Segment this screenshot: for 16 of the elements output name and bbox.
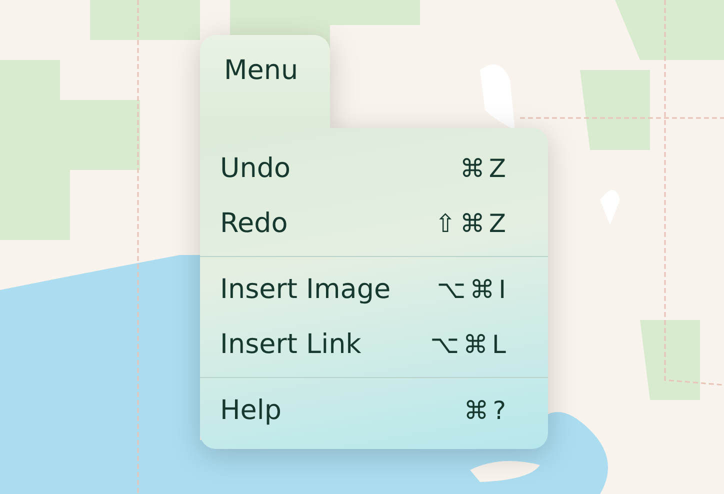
menu-label: Insert Link [220, 329, 362, 360]
menu-label: Redo [220, 208, 288, 239]
shortcut-label: ⌘? [464, 396, 510, 425]
menu-item[interactable]: Undo ⌘Z [200, 141, 548, 196]
shortcut-label: ⌥⌘L [430, 330, 510, 359]
menu-item[interactable]: Help ⌘? [200, 383, 548, 438]
menu-item[interactable]: Insert Link ⌥⌘L [200, 317, 548, 372]
menu-title: Menu [200, 35, 330, 128]
menu-item[interactable]: Insert Image ⌥⌘I [200, 262, 548, 317]
menu-label: Insert Image [220, 274, 391, 305]
menu-item[interactable]: Redo ⇧⌘Z [200, 196, 548, 251]
menu-label: Help [220, 395, 282, 426]
shortcut-label: ⇧⌘Z [434, 209, 510, 238]
shortcut-label: ⌘Z [460, 154, 510, 183]
shortcut-label: ⌥⌘I [436, 275, 510, 304]
menu-label: Undo [220, 153, 291, 184]
